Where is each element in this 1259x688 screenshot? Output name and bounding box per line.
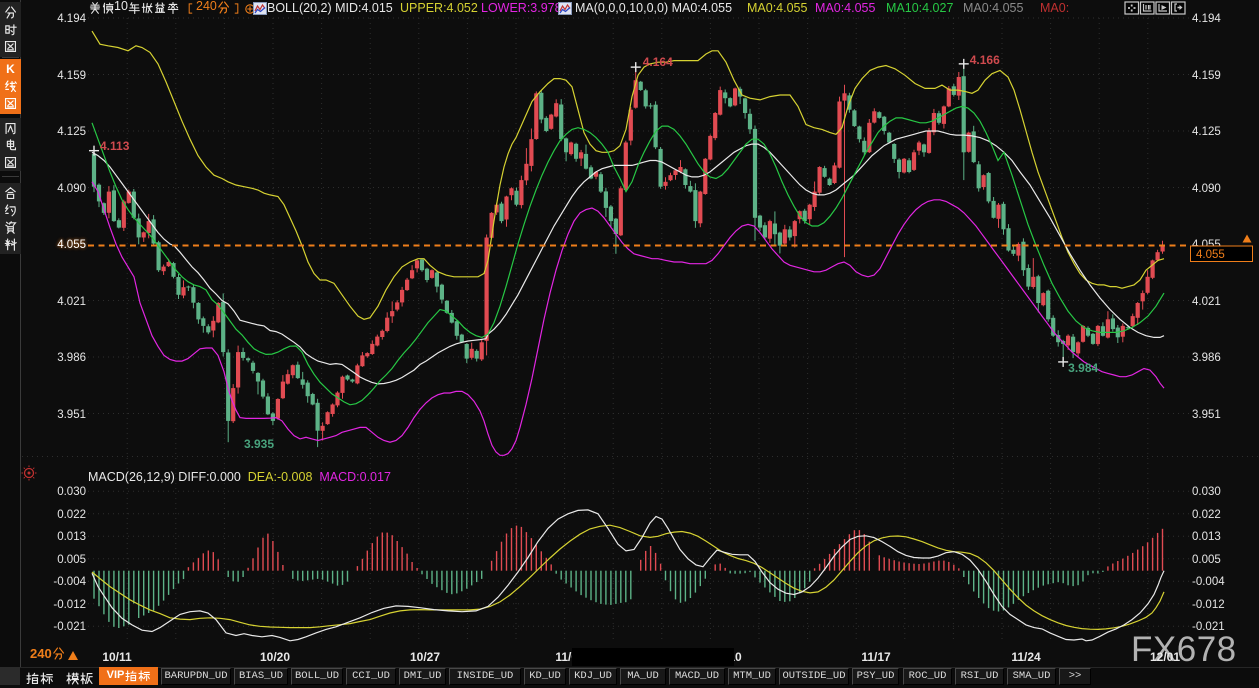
svg-text:3.935: 3.935	[244, 437, 274, 451]
svg-text:-0.004: -0.004	[53, 576, 86, 588]
svg-text:0.005: 0.005	[57, 554, 86, 566]
svg-text:0.013: 0.013	[1192, 531, 1221, 543]
svg-text:3.986: 3.986	[57, 352, 86, 364]
svg-text:4.113: 4.113	[100, 139, 130, 153]
svg-text:-0.012: -0.012	[53, 599, 86, 611]
svg-text:4.166: 4.166	[970, 53, 1000, 67]
svg-text:0.022: 0.022	[1192, 509, 1221, 521]
svg-text:FX678: FX678	[1131, 630, 1237, 669]
svg-text:0.005: 0.005	[1192, 554, 1221, 566]
svg-text:4.021: 4.021	[57, 296, 86, 308]
svg-text:3.984: 3.984	[1068, 361, 1098, 375]
svg-text:11/24: 11/24	[1011, 650, 1041, 664]
svg-text:3.951: 3.951	[1192, 409, 1221, 421]
svg-text:4.055: 4.055	[57, 239, 86, 251]
svg-text:4.021: 4.021	[1192, 296, 1221, 308]
svg-text:4.125: 4.125	[57, 126, 86, 138]
svg-text:3.986: 3.986	[1192, 352, 1221, 364]
svg-text:0.030: 0.030	[1192, 486, 1221, 498]
svg-text:4.055: 4.055	[1196, 249, 1225, 261]
svg-text:4.159: 4.159	[1192, 70, 1221, 82]
svg-text:0.030: 0.030	[57, 486, 86, 498]
svg-text:0.022: 0.022	[57, 509, 86, 521]
svg-text:4.125: 4.125	[1192, 126, 1221, 138]
svg-text:3.951: 3.951	[57, 409, 86, 421]
svg-text:4.164: 4.164	[643, 55, 673, 69]
svg-text:11/17: 11/17	[861, 650, 891, 664]
svg-text:10/11: 10/11	[102, 650, 132, 664]
svg-text:4.090: 4.090	[57, 183, 86, 195]
svg-text:10/27: 10/27	[410, 650, 440, 664]
svg-text:4.159: 4.159	[57, 70, 86, 82]
svg-text:-0.021: -0.021	[53, 621, 86, 633]
svg-text:-0.012: -0.012	[1192, 599, 1225, 611]
svg-text:-0.004: -0.004	[1192, 576, 1225, 588]
svg-text:10/20: 10/20	[260, 650, 290, 664]
svg-text:4.090: 4.090	[1192, 183, 1221, 195]
svg-text:0.013: 0.013	[57, 531, 86, 543]
svg-text:12/01: 12/01	[1150, 650, 1180, 664]
